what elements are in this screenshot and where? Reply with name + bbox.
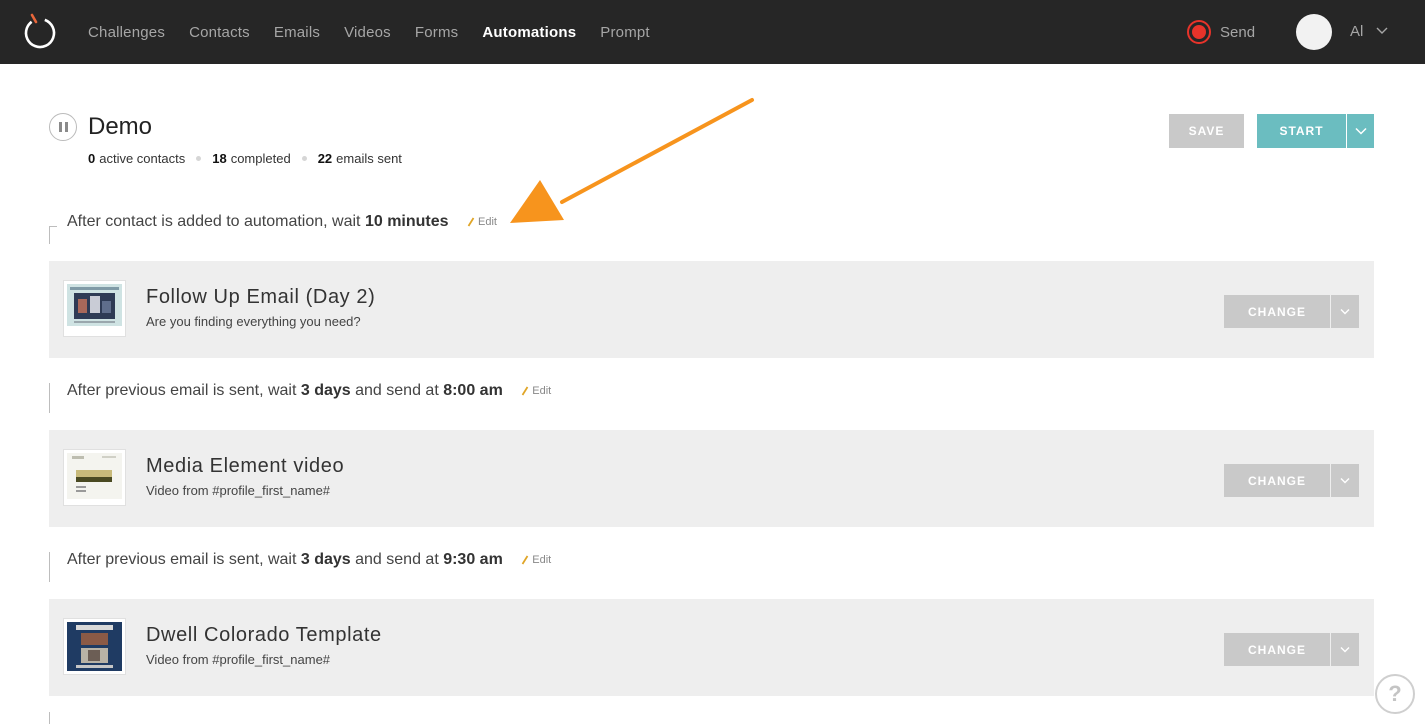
top-navbar: Challenges Contacts Emails Videos Forms … — [0, 0, 1425, 64]
nav-emails[interactable]: Emails — [274, 24, 320, 41]
step-title: Follow Up Email (Day 2) — [146, 286, 376, 308]
edit-wait-link[interactable]: Edit — [521, 385, 551, 397]
stat-separator — [301, 156, 307, 161]
chevron-down-icon — [1354, 127, 1367, 135]
automation-stats: 0 active contacts 18 completed 22 emails… — [88, 151, 402, 166]
chevron-down-icon — [1340, 478, 1350, 484]
wait-step: After previous email is sent, wait 3 day… — [49, 373, 849, 413]
annotation-arrow-icon — [510, 98, 754, 223]
change-dropdown-button[interactable] — [1331, 295, 1359, 328]
pencil-icon — [521, 555, 529, 565]
nav-videos[interactable]: Videos — [344, 24, 391, 41]
chevron-down-icon — [1340, 309, 1350, 315]
pencil-icon — [521, 386, 529, 396]
wait-text: After previous email is sent, wait 3 day… — [67, 382, 552, 399]
wait-text: After previous email is sent, wait 3 day… — [67, 551, 552, 568]
emails-count: 22 — [317, 151, 333, 166]
step-card: Media Element video Video from #profile_… — [49, 430, 1374, 527]
wait-duration: 10 minutes — [364, 213, 449, 230]
pencil-icon — [467, 217, 475, 227]
email-thumbnail[interactable] — [64, 281, 125, 336]
step-title: Media Element video — [146, 455, 345, 477]
change-button[interactable]: CHANGE — [1224, 295, 1330, 328]
stat-separator — [196, 156, 202, 161]
nav-forms[interactable]: Forms — [415, 24, 459, 41]
user-name[interactable]: Al — [1350, 23, 1363, 40]
step-subtitle: Video from #profile_first_name# — [146, 652, 331, 667]
pause-button[interactable] — [49, 113, 77, 141]
change-dropdown-button[interactable] — [1331, 633, 1359, 666]
send-button[interactable]: Send — [1187, 20, 1255, 44]
nav-challenges[interactable]: Challenges — [88, 24, 165, 41]
nav-contacts[interactable]: Contacts — [189, 24, 250, 41]
timeline-connector — [49, 712, 50, 724]
nav-automations[interactable]: Automations — [482, 24, 576, 41]
emails-label: emails sent — [336, 151, 402, 166]
change-button[interactable]: CHANGE — [1224, 633, 1330, 666]
app-logo-icon[interactable] — [22, 12, 58, 50]
pause-icon — [58, 122, 68, 132]
user-avatar[interactable] — [1296, 14, 1332, 50]
chevron-down-icon[interactable] — [1376, 25, 1388, 35]
completed-count: 18 — [212, 151, 227, 166]
step-card: Follow Up Email (Day 2) Are you finding … — [49, 261, 1374, 358]
wait-duration: 3 days — [300, 551, 351, 568]
start-button[interactable]: START — [1257, 114, 1346, 148]
send-time: 9:30 am — [443, 551, 503, 568]
change-dropdown-button[interactable] — [1331, 464, 1359, 497]
active-label: active contacts — [99, 151, 186, 166]
wait-step: After previous email is sent, wait 3 day… — [49, 542, 849, 582]
change-button[interactable]: CHANGE — [1224, 464, 1330, 497]
wait-text: After contact is added to automation, wa… — [67, 213, 497, 230]
step-card: Dwell Colorado Template Video from #prof… — [49, 599, 1374, 696]
chevron-down-icon — [1340, 647, 1350, 653]
completed-label: completed — [230, 151, 291, 166]
email-thumbnail[interactable] — [64, 619, 125, 674]
email-thumbnail[interactable] — [64, 450, 125, 505]
step-subtitle: Are you finding everything you need? — [146, 314, 361, 329]
main-nav: Challenges Contacts Emails Videos Forms … — [88, 0, 674, 64]
active-count: 0 — [88, 151, 96, 166]
help-button[interactable]: ? — [1375, 674, 1415, 714]
record-icon — [1187, 20, 1211, 44]
step-subtitle: Video from #profile_first_name# — [146, 483, 331, 498]
page-title: Demo — [88, 113, 153, 140]
wait-duration: 3 days — [300, 382, 351, 399]
send-label: Send — [1220, 23, 1256, 41]
send-time: 8:00 am — [443, 382, 503, 399]
step-title: Dwell Colorado Template — [146, 624, 382, 646]
save-button[interactable]: SAVE — [1169, 114, 1244, 148]
edit-wait-link[interactable]: Edit — [521, 554, 551, 566]
nav-prompt[interactable]: Prompt — [600, 24, 650, 41]
start-dropdown-button[interactable] — [1347, 114, 1374, 148]
